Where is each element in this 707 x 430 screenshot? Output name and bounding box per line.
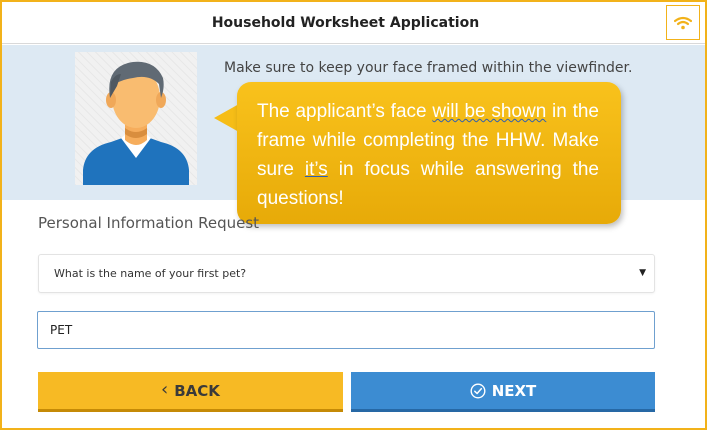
answer-input[interactable] xyxy=(37,311,655,349)
title-bar: Household Worksheet Application xyxy=(2,2,705,44)
back-button[interactable]: ‹ BACK xyxy=(38,372,343,412)
section-heading: Personal Information Request xyxy=(38,214,260,232)
callout-text: The applicant’s face xyxy=(257,101,433,122)
caret-down-icon: ▼ xyxy=(639,268,646,278)
check-circle-icon xyxy=(470,382,486,399)
back-label: BACK xyxy=(174,381,220,400)
viewfinder-instruction: Make sure to keep your face framed withi… xyxy=(224,60,633,76)
next-button[interactable]: NEXT xyxy=(351,372,655,412)
callout-text-underlined: will be shown xyxy=(432,101,547,122)
next-label: NEXT xyxy=(491,381,537,400)
security-question-select[interactable]: What is the name of your first pet? ▼ xyxy=(38,254,655,293)
app-title: Household Worksheet Application xyxy=(211,14,480,31)
wifi-status-button[interactable] xyxy=(666,5,700,40)
callout-pointer xyxy=(214,104,239,132)
chevron-left-icon: ‹ xyxy=(161,379,169,400)
applicant-photo xyxy=(75,52,197,185)
wifi-icon xyxy=(674,16,692,29)
callout-text-underlined: it’s xyxy=(304,159,328,180)
tutorial-callout: The applicant’s face will be shown in th… xyxy=(237,82,621,224)
select-value: What is the name of your first pet? xyxy=(54,267,247,280)
person-avatar-icon xyxy=(83,61,189,185)
